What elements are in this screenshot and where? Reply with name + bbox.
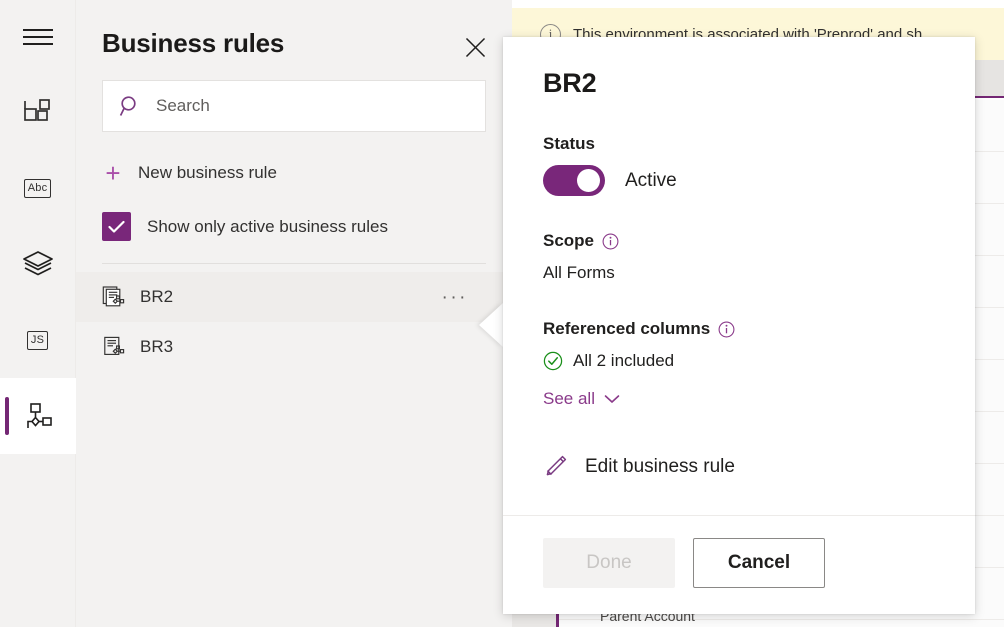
list-item-br2[interactable]: BR2 ··· [76, 272, 512, 322]
hamburger-menu-icon[interactable] [0, 0, 76, 74]
left-rail: Abc JS [0, 0, 76, 627]
referenced-columns-label: Referenced columns [543, 319, 935, 339]
info-icon[interactable] [718, 321, 735, 338]
status-label: Status [543, 134, 935, 154]
edit-business-rule-button[interactable]: Edit business rule [543, 454, 935, 479]
plus-icon: + [102, 160, 124, 186]
scope-label: Scope [543, 231, 935, 251]
business-rules-list: BR2 ··· BR3 [76, 272, 512, 372]
sidebar-item-js[interactable]: JS [0, 302, 76, 378]
checkbox-box [102, 212, 131, 241]
referenced-columns-status: All 2 included [543, 351, 935, 371]
see-all-label: See all [543, 389, 595, 409]
business-rule-icon [102, 285, 126, 309]
scope-label-text: Scope [543, 231, 594, 251]
business-rules-panel: Business rules [76, 0, 512, 627]
list-item-label: BR2 [140, 287, 173, 307]
status-toggle[interactable] [543, 165, 605, 196]
sidebar-item-components[interactable] [0, 74, 76, 150]
check-circle-icon [543, 351, 563, 371]
see-all-link[interactable]: See all [543, 389, 620, 409]
business-rule-icon [22, 401, 54, 431]
scope-value: All Forms [543, 263, 935, 283]
components-icon [23, 97, 53, 127]
status-label-text: Status [543, 134, 595, 154]
abc-icon: Abc [24, 179, 52, 198]
search-icon [119, 95, 142, 118]
pencil-icon [543, 454, 568, 479]
new-business-rule-button[interactable]: + New business rule [76, 160, 512, 186]
new-business-rule-label: New business rule [138, 163, 277, 183]
referenced-columns-status-text: All 2 included [573, 351, 674, 371]
show-only-active-label: Show only active business rules [147, 217, 388, 237]
check-icon [108, 220, 125, 234]
business-rule-icon [102, 335, 126, 359]
flyout-footer: Done Cancel [503, 515, 975, 614]
status-value: Active [625, 170, 677, 192]
info-icon[interactable] [602, 233, 619, 250]
status-toggle-row: Active [543, 165, 935, 196]
search-input[interactable] [156, 96, 469, 116]
toggle-knob [577, 169, 600, 192]
close-icon[interactable] [458, 30, 492, 64]
done-button[interactable]: Done [543, 538, 675, 588]
edit-business-rule-label: Edit business rule [585, 456, 735, 478]
show-only-active-checkbox[interactable]: Show only active business rules [76, 212, 512, 241]
callout-pointer [479, 303, 503, 347]
search-box[interactable] [102, 80, 486, 132]
list-item-br3[interactable]: BR3 [76, 322, 512, 372]
chevron-down-icon [604, 394, 620, 404]
referenced-columns-label-text: Referenced columns [543, 319, 710, 339]
app-root: i This environment is associated with 'P… [0, 0, 1004, 627]
panel-divider [102, 263, 486, 264]
panel-header: Business rules [76, 0, 512, 64]
list-item-label: BR3 [140, 337, 173, 357]
cancel-button[interactable]: Cancel [693, 538, 825, 588]
sidebar-item-abc[interactable]: Abc [0, 150, 76, 226]
layers-icon [21, 249, 55, 279]
flyout-body: BR2 Status Active Scope All Forms [503, 37, 975, 515]
sidebar-item-business-rules[interactable] [0, 378, 76, 454]
business-rule-detail-flyout: BR2 Status Active Scope All Forms [503, 37, 975, 614]
js-icon: JS [27, 331, 48, 350]
sidebar-item-layers[interactable] [0, 226, 76, 302]
search-container [76, 64, 512, 132]
flyout-title: BR2 [543, 68, 935, 99]
page-title: Business rules [102, 28, 284, 59]
